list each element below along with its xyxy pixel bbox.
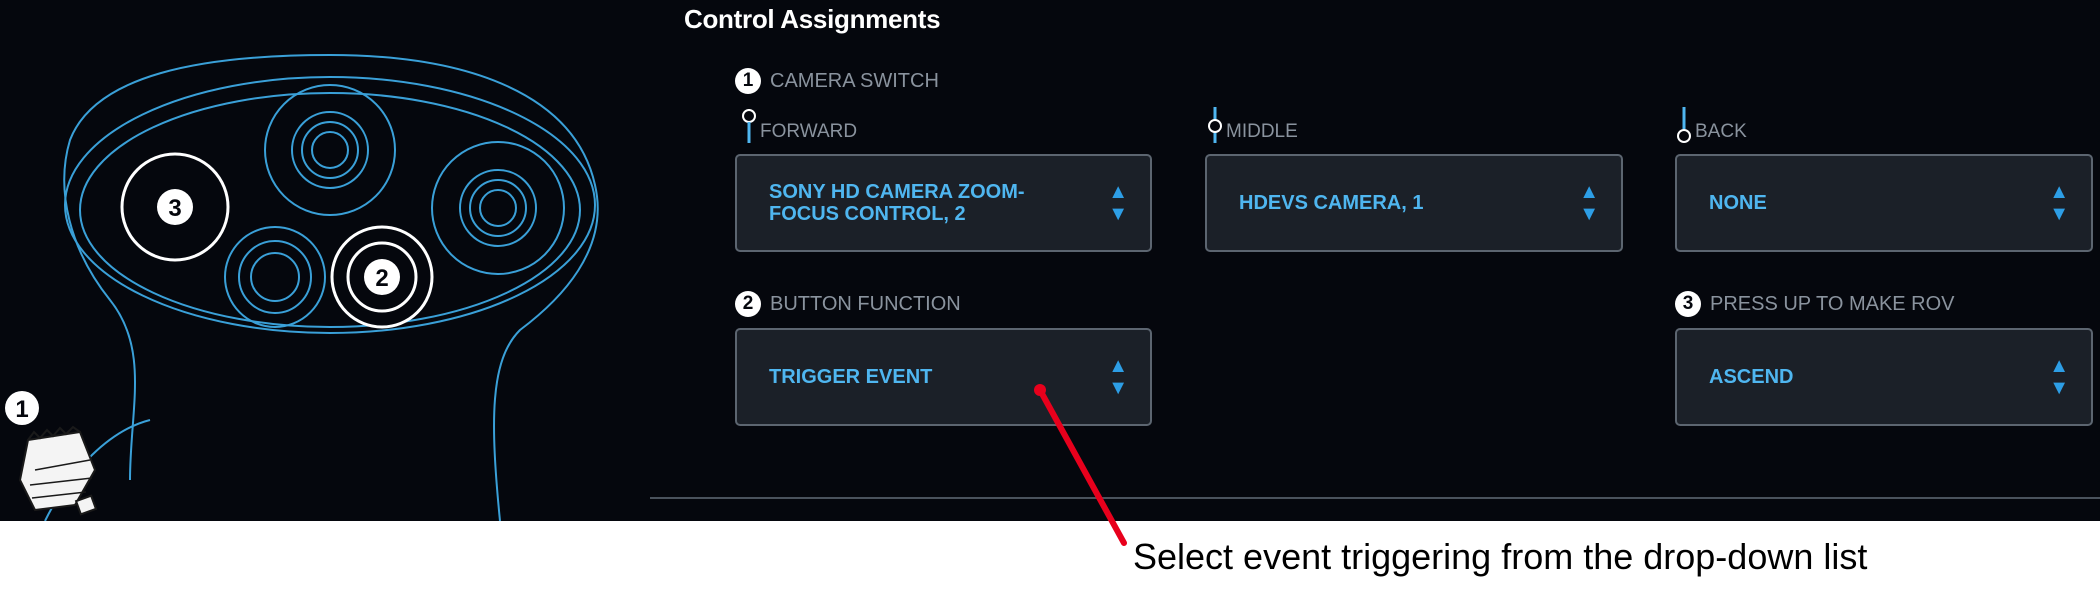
callout-pointer — [1034, 384, 1127, 546]
callout-caption: Select event triggering from the drop-do… — [1133, 536, 1868, 577]
